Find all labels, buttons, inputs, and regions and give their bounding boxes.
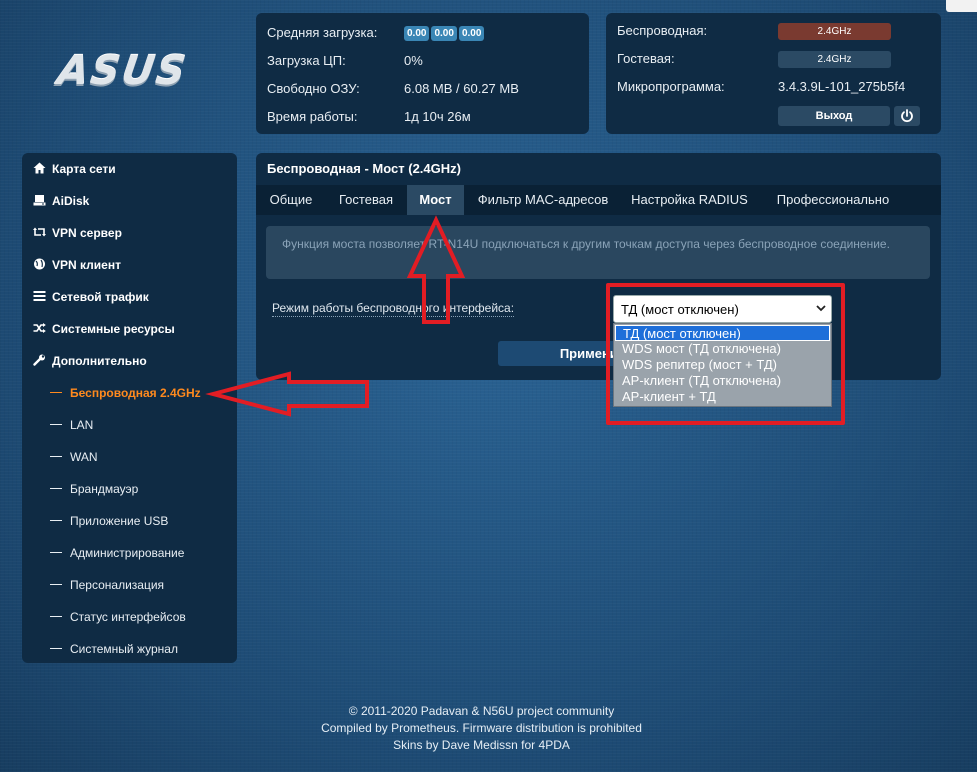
- sidebar-subitem-administration[interactable]: Администрирование: [50, 545, 184, 561]
- tab-general[interactable]: Общие: [260, 185, 322, 215]
- avg-load-label: Средняя загрузка:: [267, 25, 378, 40]
- sidebar-item-label: AiDisk: [52, 194, 90, 208]
- load-badge: 0.00: [404, 26, 430, 41]
- corner-tab[interactable]: [946, 0, 977, 12]
- sidebar-item-label: Сетевой трафик: [52, 290, 149, 304]
- dash-icon: [50, 456, 62, 457]
- mode-label: Режим работы беспроводного интерфейса:: [272, 301, 515, 317]
- tab-bar: Общие Гостевая Мост Фильтр MAC-адресов Н…: [256, 185, 941, 215]
- sidebar-subitem-wan[interactable]: WAN: [50, 449, 98, 465]
- annotation-rectangle: [606, 283, 845, 425]
- sidebar-subitem-label: Администрирование: [70, 546, 185, 560]
- sidebar-item-network-traffic[interactable]: Сетевой трафик: [33, 289, 149, 305]
- power-icon: [901, 109, 913, 123]
- dash-icon: [50, 584, 62, 585]
- tab-professional[interactable]: Профессионально: [768, 185, 898, 215]
- list-icon: [33, 291, 46, 301]
- sidebar-item-system-resources[interactable]: Системные ресурсы: [33, 321, 175, 337]
- sidebar-item-aidisk[interactable]: AiDisk: [33, 193, 89, 209]
- sidebar-item-vpn-server[interactable]: VPN сервер: [33, 225, 122, 241]
- footer-copyright: © 2011-2020 Padavan & N56U project commu…: [348, 704, 615, 718]
- sidebar: Карта сети AiDisk VPN сервер VPN клиент …: [22, 153, 237, 663]
- sidebar-subitem-label: Приложение USB: [70, 514, 169, 528]
- dash-icon: [50, 488, 62, 489]
- retweet-icon: [33, 227, 46, 237]
- tab-guest[interactable]: Гостевая: [330, 185, 402, 215]
- uptime-label: Время работы:: [267, 109, 358, 124]
- sidebar-item-advanced[interactable]: Дополнительно: [33, 353, 147, 369]
- load-badge: 0.00: [458, 26, 485, 41]
- ram-label: Свободно ОЗУ:: [267, 81, 360, 96]
- guest-label: Гостевая:: [617, 51, 675, 66]
- sidebar-subitem-label: Статус интерфейсов: [70, 610, 186, 624]
- sidebar-subitem-label: Брандмауэр: [70, 482, 139, 496]
- sidebar-subitem-system-log[interactable]: Системный журнал: [50, 641, 178, 657]
- home-icon: [33, 162, 46, 174]
- sidebar-subitem-label: Системный журнал: [70, 642, 178, 656]
- cpu-label: Загрузка ЦП:: [267, 53, 346, 68]
- dash-icon: [50, 520, 62, 521]
- footer: © 2011-2020 Padavan & N56U project commu…: [0, 703, 963, 754]
- dash-icon: [50, 616, 62, 617]
- wireless-status-badge: 2.4GHz: [778, 23, 891, 40]
- sidebar-item-label: Дополнительно: [52, 354, 147, 368]
- info-box: Функция моста позволяет RT-N14U подключа…: [266, 226, 930, 279]
- load-badge: 0.00: [431, 26, 457, 41]
- wireless-status-panel: Беспроводная: 2.4GHz Гостевая: 2.4GHz Ми…: [606, 13, 941, 134]
- sidebar-subitem-label: WAN: [70, 450, 98, 464]
- globe-icon: [34, 258, 45, 270]
- sidebar-item-label: VPN сервер: [52, 226, 122, 240]
- sidebar-subitem-label: Персонализация: [70, 578, 165, 592]
- wrench-icon: [33, 354, 45, 366]
- firmware-label: Микропрограмма:: [617, 79, 725, 94]
- guest-status-badge: 2.4GHz: [778, 51, 891, 68]
- sidebar-subitem-wireless-24[interactable]: Беспроводная 2.4GHz: [50, 385, 201, 401]
- sidebar-item-label: Карта сети: [52, 162, 116, 176]
- asus-logo: ASUS: [54, 48, 208, 94]
- avg-load-values: 0.00 0.00 0.00: [404, 24, 486, 41]
- dash-icon: [50, 392, 62, 393]
- shuffle-icon: [33, 323, 46, 333]
- footer-compiled: Compiled by Prometheus. Firmware distrib…: [321, 721, 642, 735]
- sidebar-subitem-usb[interactable]: Приложение USB: [50, 513, 168, 529]
- sidebar-subitem-label: LAN: [70, 418, 94, 432]
- sidebar-item-label: Системные ресурсы: [52, 322, 175, 336]
- dash-icon: [50, 424, 62, 425]
- firmware-value: 3.4.3.9L-101_275b5f4: [778, 79, 906, 94]
- wireless-label: Беспроводная:: [617, 23, 708, 38]
- sidebar-item-vpn-client[interactable]: VPN клиент: [33, 257, 121, 273]
- ram-value: 6.08 MB / 60.27 MB: [404, 81, 519, 96]
- info-text: Функция моста позволяет RT-N14U подключа…: [282, 237, 890, 251]
- footer-skins: Skins by Dave Medissn for 4PDA: [393, 738, 570, 752]
- logout-button[interactable]: Выход: [778, 106, 890, 126]
- sidebar-subitem-personalization[interactable]: Персонализация: [50, 577, 164, 593]
- disk-icon: [33, 195, 46, 206]
- tab-bridge[interactable]: Мост: [407, 185, 464, 215]
- page-title: Беспроводная - Мост (2.4GHz): [267, 161, 461, 176]
- sidebar-subitem-label: Беспроводная 2.4GHz: [70, 386, 201, 400]
- cpu-value: 0%: [404, 53, 423, 68]
- tab-mac-filter[interactable]: Фильтр MAC-адресов: [470, 185, 616, 215]
- dash-icon: [50, 648, 62, 649]
- sidebar-item-network-map[interactable]: Карта сети: [33, 161, 116, 177]
- sidebar-subitem-firewall[interactable]: Брандмауэр: [50, 481, 138, 497]
- logo-text: ASUS: [54, 48, 191, 94]
- sidebar-subitem-lan[interactable]: LAN: [50, 417, 93, 433]
- tab-radius[interactable]: Настройка RADIUS: [625, 185, 754, 215]
- power-button[interactable]: [894, 106, 920, 126]
- sidebar-subitem-interface-status[interactable]: Статус интерфейсов: [50, 609, 186, 625]
- sidebar-item-label: VPN клиент: [52, 258, 121, 272]
- dash-icon: [50, 552, 62, 553]
- system-status-panel: Средняя загрузка: 0.00 0.00 0.00 Загрузка …: [256, 13, 589, 134]
- uptime-value: 1д 10ч 26м: [404, 109, 471, 124]
